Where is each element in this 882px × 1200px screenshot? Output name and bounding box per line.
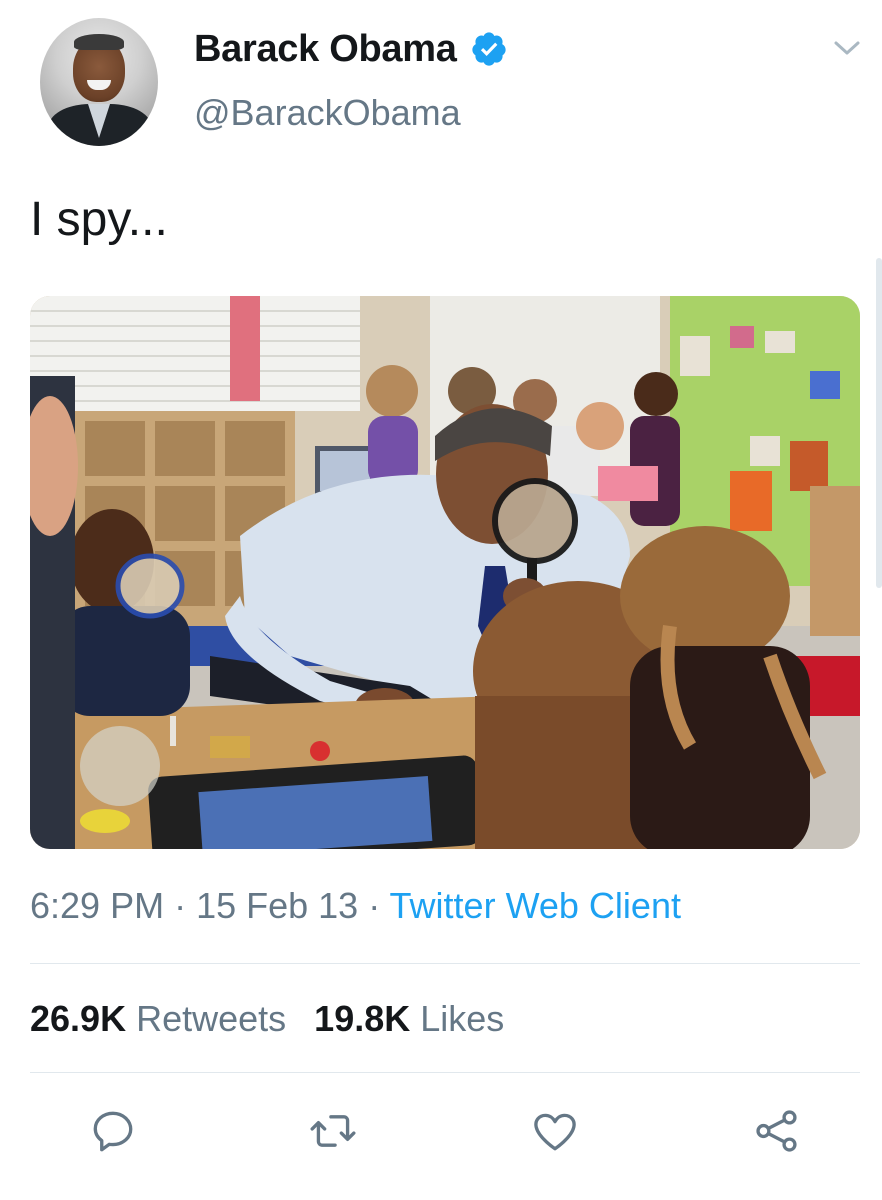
heart-icon (534, 1113, 576, 1151)
chevron-down-icon[interactable] (832, 38, 862, 58)
divider (30, 963, 860, 964)
share-button[interactable] (752, 1106, 802, 1156)
reply-button[interactable] (88, 1106, 138, 1156)
divider (30, 1072, 860, 1073)
retweets-count: 26.9K (30, 998, 127, 1039)
meta-separator: · (358, 885, 390, 926)
author-name[interactable]: Barack Obama (194, 28, 457, 71)
tweet-date: 15 Feb 13 (196, 885, 359, 926)
author-handle[interactable]: @BarackObama (194, 92, 461, 134)
retweet-icon (310, 1115, 356, 1147)
tweet-photo-scene (30, 296, 860, 849)
tweet-text: I spy... (30, 193, 168, 246)
share-icon (756, 1110, 797, 1152)
tweet-client-link[interactable]: Twitter Web Client (390, 885, 681, 926)
avatar-hair (74, 34, 124, 50)
likes-count: 19.8K (314, 998, 411, 1039)
meta-separator: · (164, 885, 197, 926)
verified-badge-icon (472, 32, 506, 66)
scrollbar[interactable] (876, 258, 882, 588)
like-button[interactable] (530, 1106, 580, 1156)
tweet-stats: 26.9K Retweets 19.8K Likes (30, 998, 504, 1040)
tweet-meta: 6:29 PM · 15 Feb 13 · Twitter Web Client (30, 885, 681, 927)
avatar[interactable] (40, 18, 158, 146)
tweet-detail: Barack Obama @BarackObama I spy... 6:29 … (0, 0, 882, 1200)
retweet-button[interactable] (308, 1106, 358, 1156)
retweets-label: Retweets (136, 998, 287, 1039)
likes-stat[interactable]: 19.8K Likes (314, 998, 504, 1039)
reply-icon (93, 1111, 133, 1152)
tweet-time: 6:29 PM (30, 885, 165, 926)
tweet-photo[interactable] (30, 296, 860, 849)
retweets-stat[interactable]: 26.9K Retweets (30, 998, 286, 1039)
likes-label: Likes (420, 998, 505, 1039)
